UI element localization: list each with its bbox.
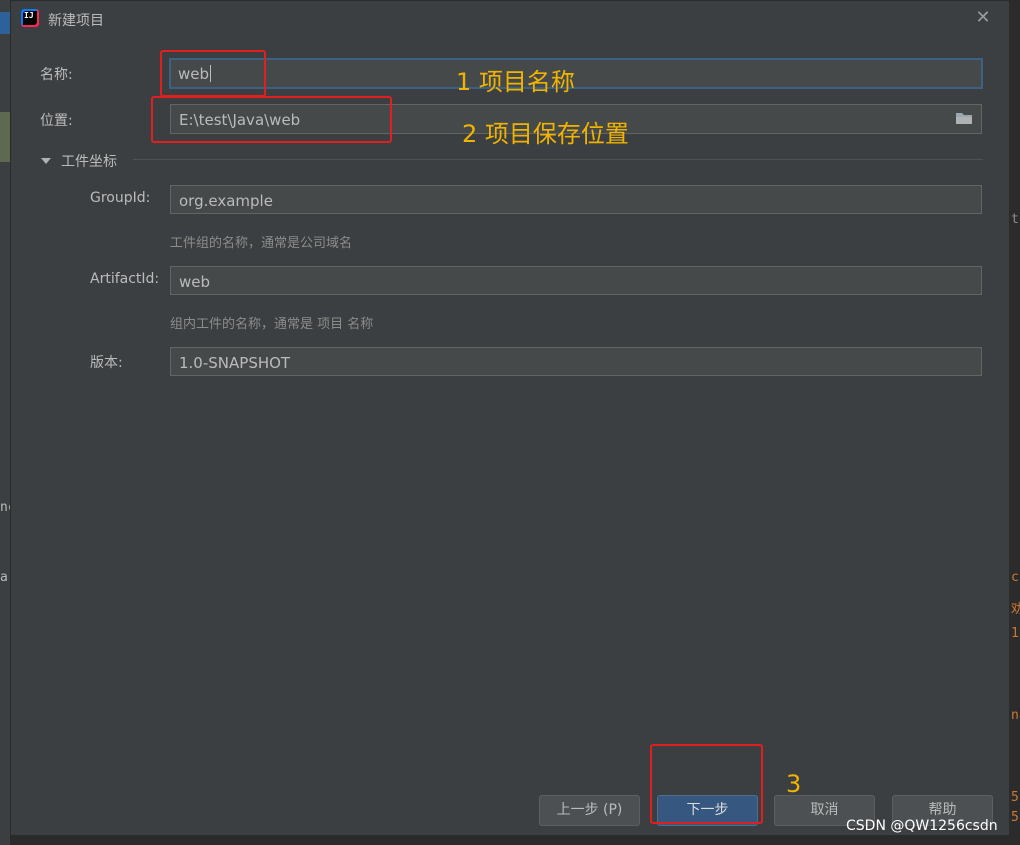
groupid-input[interactable]: org.example xyxy=(170,185,982,214)
intellij-logo-icon: IJ xyxy=(21,9,39,27)
folder-icon[interactable] xyxy=(955,111,973,125)
artifact-coordinates-toggle[interactable]: 工件坐标 xyxy=(41,151,117,171)
ide-code-fragment: 51 xyxy=(1011,790,1020,805)
ide-code-fragment: t xyxy=(1011,212,1019,227)
csdn-watermark: CSDN @QW1256csdn xyxy=(846,818,998,834)
version-input[interactable]: 1.0-SNAPSHOT xyxy=(170,347,982,376)
artifactid-label: ArtifactId: xyxy=(90,271,160,287)
ide-code-fragment: 12 xyxy=(1011,626,1020,641)
annotation-box-next xyxy=(650,744,763,824)
name-input[interactable]: web xyxy=(169,58,983,89)
ide-left-marker xyxy=(0,12,10,34)
groupid-hint: 工件组的名称，通常是公司域名 xyxy=(170,236,353,251)
ide-code-fragment: c1 xyxy=(1011,570,1020,585)
groupid-input-value: org.example xyxy=(179,192,273,210)
artifactid-input-value: web xyxy=(179,273,211,291)
version-label: 版本: xyxy=(90,355,123,371)
section-divider xyxy=(133,159,983,160)
annotation-label-1: 1 项目名称 xyxy=(456,68,575,96)
annotation-box-name xyxy=(160,50,266,97)
close-icon[interactable]: ✕ xyxy=(973,8,993,28)
ide-code-fragment: 劝 xyxy=(1011,602,1020,617)
artifactid-hint: 组内工件的名称，通常是 项目 名称 xyxy=(170,317,374,332)
annotation-box-location xyxy=(151,96,392,143)
groupid-label: GroupId: xyxy=(90,190,151,206)
location-label: 位置: xyxy=(40,113,73,129)
artifactid-input[interactable]: web xyxy=(170,266,982,295)
name-label: 名称: xyxy=(40,67,73,83)
ide-left-thumbnail xyxy=(0,112,10,162)
annotation-label-2: 2 项目保存位置 xyxy=(462,120,629,148)
triangle-down-icon xyxy=(41,158,51,164)
annotation-label-3: 3 xyxy=(786,770,802,798)
version-input-value: 1.0-SNAPSHOT xyxy=(179,354,291,372)
previous-button[interactable]: 上一步 (P) xyxy=(539,795,640,826)
ide-code-fragment: na xyxy=(1011,708,1020,723)
dialog-titlebar: IJ 新建项目 ✕ xyxy=(11,1,1009,37)
dialog-title: 新建项目 xyxy=(48,13,104,29)
section-title: 工件坐标 xyxy=(61,154,117,170)
ide-code-fragment: 51 xyxy=(1011,810,1020,825)
